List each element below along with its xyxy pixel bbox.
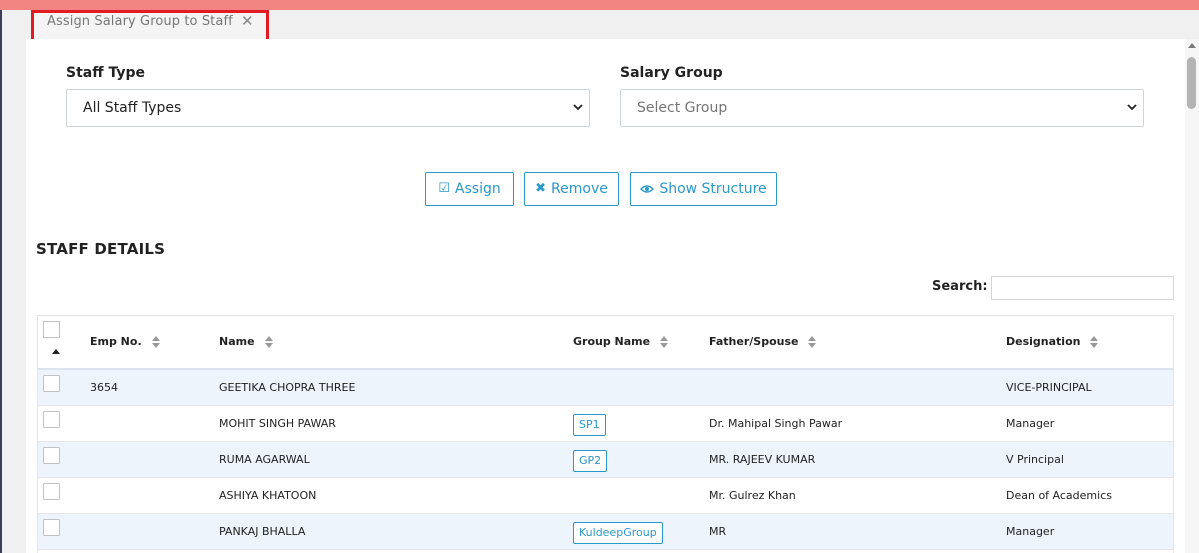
scrollbar-thumb[interactable] bbox=[1187, 57, 1196, 109]
cell-father-spouse: MR. RAJEEV KUMAR bbox=[709, 453, 816, 466]
column-designation-label: Designation bbox=[1006, 335, 1081, 348]
salary-group-value: Select Group bbox=[637, 100, 728, 116]
times-icon: ✖ bbox=[535, 181, 547, 196]
cell-emp-no: 3654 bbox=[90, 381, 118, 394]
sort-icon bbox=[264, 335, 273, 348]
check-square-icon: ☑ bbox=[438, 181, 450, 196]
chevron-down-icon bbox=[573, 104, 583, 111]
group-badge: KuldeepGroup bbox=[573, 522, 663, 544]
staff-type-value: All Staff Types bbox=[83, 100, 182, 116]
table-row[interactable]: ASHIYA KHATOON Mr. Gulrez Khan Dean of A… bbox=[38, 478, 1173, 514]
column-name[interactable]: Name bbox=[219, 335, 273, 348]
table-row[interactable]: PANKAJ BHALLA KuldeepGroup MR Manager bbox=[38, 514, 1173, 550]
column-emp-no[interactable]: Emp No. bbox=[90, 335, 160, 348]
group-badge: SP1 bbox=[573, 414, 606, 436]
cell-name: GEETIKA CHOPRA THREE bbox=[219, 381, 356, 394]
cell-name: PANKAJ BHALLA bbox=[219, 525, 306, 538]
sort-asc-icon[interactable] bbox=[52, 349, 60, 354]
eye-icon bbox=[640, 185, 655, 193]
show-structure-button-label: Show Structure bbox=[659, 181, 767, 197]
cell-name: ASHIYA KHATOON bbox=[219, 489, 317, 502]
column-father-spouse-label: Father/Spouse bbox=[709, 335, 799, 348]
staff-table: Emp No. Name Group Name Father/Spouse De… bbox=[37, 315, 1174, 553]
salary-group-label: Salary Group bbox=[620, 65, 723, 81]
column-emp-no-label: Emp No. bbox=[90, 335, 142, 348]
tab-title: Assign Salary Group to Staff bbox=[47, 14, 233, 29]
remove-button-label: Remove bbox=[551, 181, 608, 197]
column-group-name[interactable]: Group Name bbox=[573, 335, 669, 348]
cell-name: MOHIT SINGH PAWAR bbox=[219, 417, 336, 430]
column-designation[interactable]: Designation bbox=[1006, 335, 1099, 348]
assign-button-label: Assign bbox=[454, 181, 501, 197]
left-sidebar-edge bbox=[0, 10, 2, 553]
salary-group-select[interactable]: Select Group bbox=[620, 89, 1144, 127]
tab-strip: Assign Salary Group to Staff ✕ bbox=[2, 10, 1199, 45]
remove-button[interactable]: ✖ Remove bbox=[524, 172, 619, 206]
cell-father-spouse: Mr. Gulrez Khan bbox=[709, 489, 796, 502]
cell-father-spouse: MR bbox=[709, 525, 727, 538]
sort-icon bbox=[1090, 335, 1099, 348]
row-checkbox[interactable] bbox=[43, 447, 60, 464]
cell-designation: Manager bbox=[1006, 417, 1055, 430]
group-badge: GP2 bbox=[573, 450, 608, 472]
table-row[interactable]: 3654 GEETIKA CHOPRA THREE VICE-PRINCIPAL bbox=[38, 370, 1173, 406]
sort-icon bbox=[808, 335, 817, 348]
row-checkbox[interactable] bbox=[43, 411, 60, 428]
show-structure-button[interactable]: Show Structure bbox=[630, 172, 777, 206]
assign-button[interactable]: ☑ Assign bbox=[425, 172, 514, 206]
close-icon[interactable]: ✕ bbox=[241, 13, 254, 29]
cell-designation: V Principal bbox=[1006, 453, 1064, 466]
cell-father-spouse: Dr. Mahipal Singh Pawar bbox=[709, 417, 843, 430]
scroll-up-arrow-icon[interactable] bbox=[1188, 43, 1196, 48]
column-group-name-label: Group Name bbox=[573, 335, 651, 348]
top-accent-bar bbox=[0, 0, 1199, 10]
column-father-spouse[interactable]: Father/Spouse bbox=[709, 335, 817, 348]
cell-designation: VICE-PRINCIPAL bbox=[1006, 381, 1092, 394]
chevron-down-icon bbox=[1127, 104, 1137, 111]
column-name-label: Name bbox=[219, 335, 255, 348]
cell-designation: Dean of Academics bbox=[1006, 489, 1112, 502]
staff-type-label: Staff Type bbox=[66, 65, 145, 81]
vertical-scrollbar[interactable] bbox=[1185, 39, 1199, 553]
table-row[interactable]: RUMA AGARWAL GP2 MR. RAJEEV KUMAR V Prin… bbox=[38, 442, 1173, 478]
search-input[interactable] bbox=[991, 276, 1174, 300]
table-row[interactable]: MOHIT SINGH PAWAR SP1 Dr. Mahipal Singh … bbox=[38, 406, 1173, 442]
select-all-checkbox[interactable] bbox=[43, 321, 60, 338]
cell-designation: Manager bbox=[1006, 525, 1055, 538]
sort-icon bbox=[151, 335, 160, 348]
cell-name: RUMA AGARWAL bbox=[219, 453, 310, 466]
sort-icon bbox=[660, 335, 669, 348]
staff-type-select[interactable]: All Staff Types bbox=[66, 89, 590, 127]
staff-details-title: STAFF DETAILS bbox=[36, 240, 166, 258]
search-label: Search: bbox=[932, 279, 988, 294]
row-checkbox[interactable] bbox=[43, 375, 60, 392]
row-checkbox[interactable] bbox=[43, 519, 60, 536]
row-checkbox[interactable] bbox=[43, 483, 60, 500]
table-header: Emp No. Name Group Name Father/Spouse De… bbox=[38, 316, 1173, 370]
